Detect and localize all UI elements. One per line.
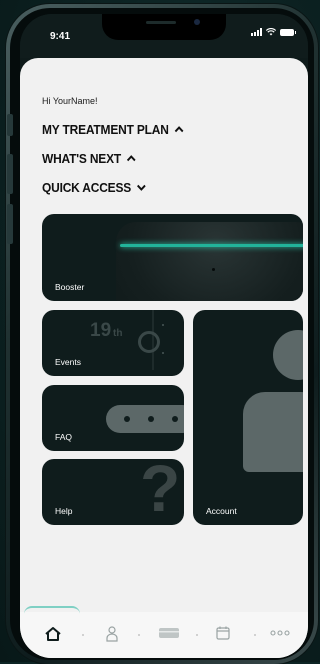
faq-tile-label: FAQ [55, 432, 73, 442]
booster-tile-label: Booster [55, 282, 85, 292]
chevron-up-icon [174, 126, 184, 133]
section-treatment-plan-label: MY TREATMENT PLAN [42, 122, 169, 137]
events-tile-label: Events [55, 357, 81, 367]
nav-separator [196, 634, 198, 636]
phone-screen: 9:41 Hi YourName! MY TREATMENT PLAN WHAT… [20, 14, 308, 658]
status-icons [251, 28, 296, 36]
section-whats-next[interactable]: WHAT'S NEXT [42, 151, 136, 166]
device-icon[interactable] [158, 626, 180, 640]
main-content: Hi YourName! MY TREATMENT PLAN WHAT'S NE… [20, 58, 308, 658]
nav-separator [254, 634, 256, 636]
greeting-text: Hi YourName! [42, 96, 98, 106]
battery-icon [280, 29, 296, 36]
section-treatment-plan[interactable]: MY TREATMENT PLAN [42, 122, 184, 137]
question-mark-icon: ? [140, 459, 181, 525]
section-quick-access[interactable]: QUICK ACCESS [42, 180, 146, 195]
home-icon[interactable] [44, 626, 62, 642]
chevron-up-icon [126, 155, 136, 162]
booster-light-strip [120, 244, 303, 247]
status-bar: 9:41 [20, 14, 308, 58]
chevron-down-icon [136, 184, 146, 191]
events-ring-icon [138, 331, 160, 353]
bottom-navigation [20, 606, 308, 658]
account-tile[interactable]: Account [193, 310, 303, 525]
nav-active-indicator [24, 606, 80, 614]
booster-sensor-dot [212, 268, 215, 271]
faq-tile[interactable]: FAQ [42, 385, 184, 451]
help-tile[interactable]: ? Help [42, 459, 184, 525]
events-tick [162, 324, 164, 326]
chat-dot [124, 416, 130, 422]
account-tile-label: Account [206, 506, 237, 516]
section-quick-access-label: QUICK ACCESS [42, 180, 132, 195]
status-time: 9:41 [50, 31, 71, 42]
volume-down-button [7, 204, 13, 244]
person-icon[interactable] [106, 626, 118, 642]
speaker-grille [146, 21, 176, 24]
volume-up-button [7, 154, 13, 194]
help-tile-label: Help [55, 506, 73, 516]
account-avatar-body [243, 392, 303, 472]
signal-icon [251, 28, 262, 36]
events-tile[interactable]: 19 th Events [42, 310, 184, 376]
booster-tile[interactable]: Booster [42, 214, 303, 301]
events-tick [162, 352, 164, 354]
notch [102, 14, 226, 40]
more-icon[interactable] [270, 626, 290, 640]
nav-separator [82, 634, 84, 636]
calendar-icon[interactable] [216, 626, 230, 640]
nav-separator [138, 634, 140, 636]
chat-bubble-icon [106, 405, 184, 433]
mute-switch [7, 114, 13, 136]
account-avatar-head [273, 330, 303, 380]
chat-dot [148, 416, 154, 422]
events-day-suffix: th [113, 328, 123, 339]
events-day-number: 19 [90, 320, 112, 341]
front-camera [194, 19, 200, 25]
section-whats-next-label: WHAT'S NEXT [42, 151, 122, 166]
wifi-icon [266, 28, 276, 36]
booster-device-image [116, 222, 303, 301]
chat-dot [172, 416, 178, 422]
